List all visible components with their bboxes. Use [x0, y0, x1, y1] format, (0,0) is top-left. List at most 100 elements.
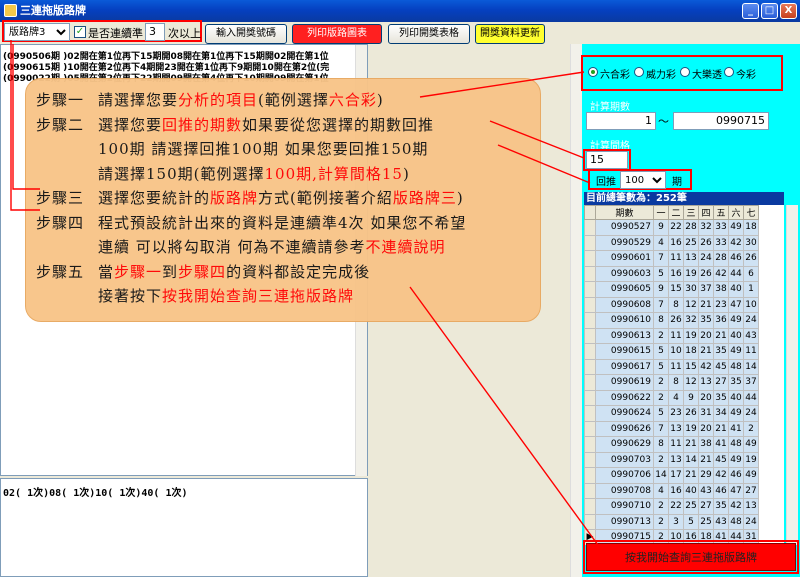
table-cell[interactable]: 4	[668, 389, 684, 406]
table-cell[interactable]: 8	[668, 374, 684, 391]
table-cell[interactable]: 37	[743, 374, 759, 391]
table-row[interactable]: 0990613 2 11 19 20 21 40 43	[584, 327, 759, 344]
table-cell[interactable]: 6	[743, 265, 759, 282]
table-cell[interactable]: 5	[653, 343, 669, 360]
row-header[interactable]	[584, 482, 596, 499]
table-cell[interactable]: 7	[653, 420, 669, 437]
table-cell[interactable]: 2	[743, 420, 759, 437]
table-cell[interactable]: 19	[683, 327, 699, 344]
table-cell[interactable]: 13	[668, 420, 684, 437]
summary-pane[interactable]: 02( 1次)08( 1次)10( 1次)40( 1次)	[0, 478, 368, 577]
row-header[interactable]	[584, 374, 596, 391]
table-cell[interactable]: 0990613	[595, 327, 654, 344]
table-cell[interactable]: 48	[728, 436, 744, 453]
table-cell[interactable]: 16	[668, 234, 684, 251]
table-cell[interactable]: 0990629	[595, 436, 654, 453]
row-header[interactable]	[584, 343, 596, 360]
table-cell[interactable]: 16	[668, 265, 684, 282]
table-row[interactable]: 0990615 5 10 18 21 35 49 11	[584, 343, 759, 360]
table-cell[interactable]: 35	[728, 374, 744, 391]
table-cell[interactable]: 25	[698, 513, 714, 530]
table-row[interactable]: 0990629 8 11 21 38 41 48 49	[584, 436, 759, 453]
table-row[interactable]: 0990610 8 26 32 35 36 49 24	[584, 312, 759, 329]
table-cell[interactable]: 48	[728, 513, 744, 530]
table-cell[interactable]: 38	[698, 436, 714, 453]
table-cell[interactable]: 35	[698, 312, 714, 329]
table-cell[interactable]: 43	[743, 327, 759, 344]
table-cell[interactable]: 8	[653, 436, 669, 453]
table-cell[interactable]: 14	[653, 467, 669, 484]
table-cell[interactable]: 45	[713, 451, 729, 468]
table-cell[interactable]: 41	[728, 420, 744, 437]
update-data-button[interactable]: 開獎資料更新	[475, 24, 545, 44]
table-cell[interactable]: 0990706	[595, 467, 654, 484]
row-header[interactable]	[584, 498, 596, 515]
table-cell[interactable]: 25	[683, 234, 699, 251]
middle-scrollbar[interactable]	[570, 44, 582, 577]
column-header[interactable]: 五	[713, 205, 729, 220]
table-cell[interactable]: 21	[698, 451, 714, 468]
row-header[interactable]	[584, 467, 596, 484]
table-cell[interactable]: 0990622	[595, 389, 654, 406]
table-cell[interactable]: 26	[698, 265, 714, 282]
draw-grid[interactable]: 期數一二三四五六七 0990527 9 22 28 32 33 49 18 0990529 4 16…	[584, 205, 784, 545]
back-select[interactable]: 100	[620, 171, 666, 189]
interval-input[interactable]: 15	[586, 151, 628, 169]
row-header[interactable]	[584, 451, 596, 468]
column-header[interactable]: 二	[668, 205, 684, 220]
table-cell[interactable]: 40	[728, 281, 744, 298]
table-cell[interactable]: 10	[668, 343, 684, 360]
table-cell[interactable]: 13	[683, 250, 699, 267]
row-header[interactable]	[584, 420, 596, 437]
table-cell[interactable]: 47	[728, 482, 744, 499]
table-cell[interactable]: 5	[683, 513, 699, 530]
radio-big-lottery[interactable]	[680, 67, 690, 77]
row-header[interactable]	[584, 250, 596, 267]
table-cell[interactable]: 3	[668, 513, 684, 530]
table-cell[interactable]: 37	[698, 281, 714, 298]
table-cell[interactable]: 48	[728, 358, 744, 375]
table-cell[interactable]: 27	[698, 498, 714, 515]
table-row[interactable]: 0990619 2 8 12 13 27 35 37	[584, 374, 759, 391]
table-cell[interactable]: 49	[728, 219, 744, 236]
row-header[interactable]	[584, 296, 596, 313]
period-to-input[interactable]: 0990715	[673, 112, 769, 130]
table-cell[interactable]: 14	[683, 451, 699, 468]
table-cell[interactable]: 5	[653, 405, 669, 422]
row-header[interactable]	[584, 405, 596, 422]
table-cell[interactable]: 49	[728, 312, 744, 329]
table-cell[interactable]: 27	[713, 374, 729, 391]
table-row[interactable]: 0990608 7 8 12 21 23 47 10	[584, 296, 759, 313]
table-cell[interactable]: 32	[683, 312, 699, 329]
table-cell[interactable]: 42	[713, 265, 729, 282]
radio-six-lottery[interactable]	[588, 67, 598, 77]
table-cell[interactable]: 20	[698, 420, 714, 437]
table-cell[interactable]: 2	[653, 374, 669, 391]
column-header[interactable]: 四	[698, 205, 714, 220]
table-cell[interactable]: 42	[728, 498, 744, 515]
table-cell[interactable]: 14	[743, 358, 759, 375]
table-cell[interactable]: 42	[713, 467, 729, 484]
table-cell[interactable]: 4	[653, 234, 669, 251]
row-header[interactable]	[584, 327, 596, 344]
table-cell[interactable]: 7	[653, 296, 669, 313]
table-cell[interactable]: 13	[743, 498, 759, 515]
column-header[interactable]: 七	[743, 205, 759, 220]
table-cell[interactable]: 13	[668, 451, 684, 468]
table-cell[interactable]: 46	[728, 250, 744, 267]
table-cell[interactable]: 0990619	[595, 374, 654, 391]
table-cell[interactable]: 0990605	[595, 281, 654, 298]
table-cell[interactable]: 30	[683, 281, 699, 298]
consecutive-input[interactable]: 3	[145, 23, 165, 41]
table-cell[interactable]: 49	[728, 405, 744, 422]
table-row[interactable]: 0990529 4 16 25 26 33 42 30	[584, 234, 759, 251]
table-cell[interactable]: 40	[683, 482, 699, 499]
table-cell[interactable]: 34	[713, 405, 729, 422]
table-cell[interactable]: 25	[683, 498, 699, 515]
table-cell[interactable]: 2	[653, 389, 669, 406]
row-header[interactable]	[584, 219, 596, 236]
table-cell[interactable]: 44	[728, 265, 744, 282]
table-cell[interactable]: 8	[668, 296, 684, 313]
table-cell[interactable]: 49	[728, 451, 744, 468]
table-row[interactable]: 0990710 2 22 25 27 35 42 13	[584, 498, 759, 515]
